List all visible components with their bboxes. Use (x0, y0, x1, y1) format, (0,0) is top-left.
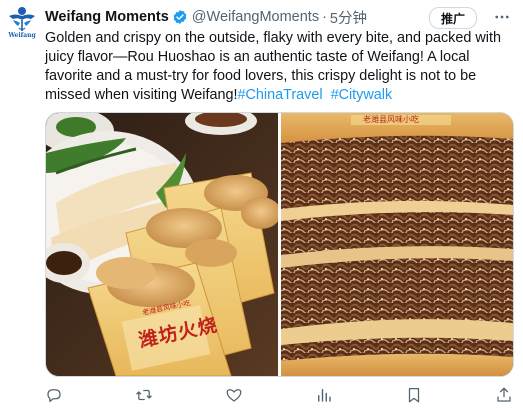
avatar[interactable]: Weifang (6, 4, 38, 40)
bookmark-button[interactable] (405, 386, 423, 404)
share-icon (497, 387, 511, 402)
reply-button[interactable] (45, 386, 63, 404)
tweet-card[interactable]: Weifang Weifang Moments @WeifangMoments … (0, 0, 523, 410)
media-grid: 潍坊火烧 老潍县风味小吃 老潍县风味小吃 (45, 112, 514, 377)
share-button[interactable] (495, 386, 513, 404)
banner-text: 老潍县风味小吃 (363, 115, 419, 124)
action-bar (45, 383, 513, 407)
display-name[interactable]: Weifang Moments (45, 9, 169, 25)
separator-dot: · (322, 9, 327, 25)
more-options-icon[interactable] (491, 7, 513, 27)
handle[interactable]: @WeifangMoments (192, 9, 319, 25)
photo-sliced-huoshao[interactable]: 老潍县风味小吃 (281, 113, 513, 376)
kite-logo-icon (9, 7, 35, 31)
hashtag-citywalk[interactable]: #Citywalk (331, 87, 393, 103)
tweet-text: Golden and crispy on the outside, flaky … (45, 29, 513, 105)
like-button[interactable] (225, 386, 243, 404)
views-icon (318, 389, 331, 402)
views-button[interactable] (315, 386, 333, 404)
heart-icon (226, 389, 242, 402)
retweet-icon (136, 389, 152, 401)
reply-icon (47, 389, 61, 403)
retweet-button[interactable] (135, 386, 153, 404)
verified-badge-icon (172, 9, 188, 25)
avatar-caption: Weifang (8, 32, 36, 39)
photo-packaged-huoshao[interactable]: 潍坊火烧 老潍县风味小吃 (46, 113, 278, 376)
timestamp[interactable]: 5分钟 (330, 7, 367, 28)
promoted-badge[interactable]: 推广 (428, 7, 477, 29)
hashtag-chinatravel[interactable]: #ChinaTravel (238, 87, 323, 103)
bookmark-icon (408, 387, 420, 403)
tweet-header: Weifang Moments @WeifangMoments · 5分钟 推广 (45, 7, 513, 29)
